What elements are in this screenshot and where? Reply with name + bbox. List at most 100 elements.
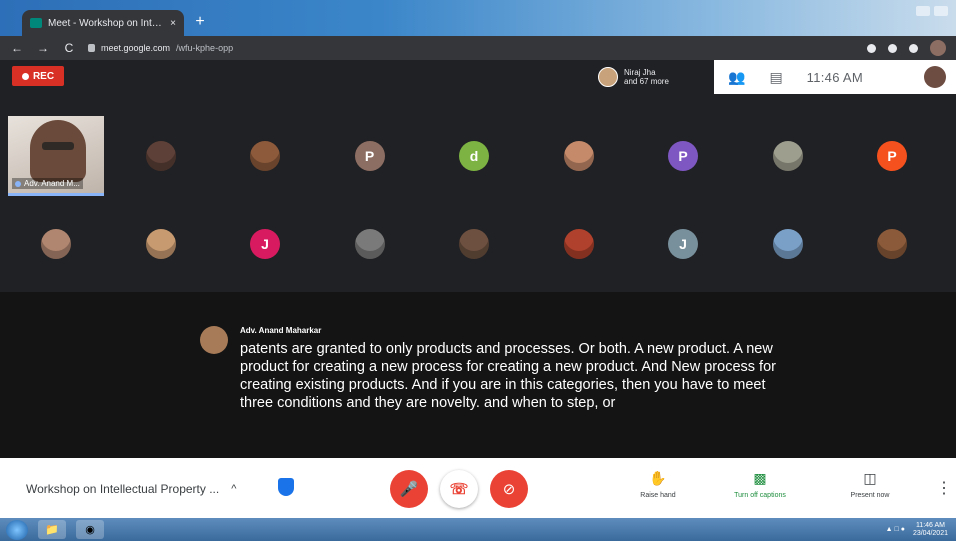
caption-speaker-avatar <box>200 326 228 354</box>
chat-icon[interactable]: ▤ <box>769 69 782 86</box>
recording-label: REC <box>32 70 55 82</box>
camera-off-icon: ⊘ <box>502 481 516 498</box>
meet-top-bar: REC Niraj Jha and 67 more 👥 ▤ 11:46 AM <box>0 60 956 94</box>
address-bar-row: ← → C meet.google.com/wfu-kphe-opp <box>0 36 956 60</box>
participants-summary: Niraj Jha and 67 more <box>624 68 669 86</box>
lock-icon <box>88 44 95 52</box>
participant-avatar <box>877 229 907 259</box>
participant-avatar <box>563 141 594 171</box>
participant-avatar: P <box>877 141 907 171</box>
tab-title: Meet - Workshop on Intellectual Property <box>48 17 164 29</box>
recording-badge: REC <box>12 66 64 86</box>
leave-call-button[interactable]: ☏ <box>440 470 478 508</box>
captions-toggle-button[interactable]: ▩ Turn off captions <box>720 470 800 499</box>
meeting-title: Workshop on Intellectual Property ... <box>26 482 220 496</box>
participants-chip[interactable]: Niraj Jha and 67 more <box>598 64 669 90</box>
participant-avatar <box>563 229 594 259</box>
url-host: meet.google.com <box>101 43 171 53</box>
browser-tab-strip: Meet - Workshop on Intellectual Property… <box>0 0 956 36</box>
caption-speaker-name: Adv. Anand Maharkar <box>240 326 322 335</box>
participant-avatar: P <box>668 141 698 171</box>
participant-tile[interactable]: P <box>322 116 418 196</box>
present-label: Present now <box>850 492 890 499</box>
participant-tile[interactable]: d <box>426 116 522 196</box>
present-icon: ◫ <box>863 470 877 486</box>
participant-tile[interactable] <box>8 204 104 284</box>
maximize-icon[interactable] <box>934 6 948 16</box>
tab-close-icon[interactable]: × <box>170 18 176 29</box>
participant-avatar <box>145 141 176 171</box>
raise-hand-button[interactable]: ✋ Raise hand <box>618 470 698 499</box>
chrome-icon[interactable]: ◉ <box>76 520 104 539</box>
self-avatar[interactable] <box>924 66 946 88</box>
participant-tile[interactable]: J <box>217 204 313 284</box>
reload-icon[interactable]: C <box>62 41 76 55</box>
browser-tab[interactable]: Meet - Workshop on Intellectual Property… <box>22 10 184 36</box>
participant-avatar <box>250 141 280 171</box>
camera-indicator-icon[interactable] <box>867 43 876 53</box>
participant-grid: Adv. Anand M... Pd P P J J <box>8 112 948 292</box>
participant-tile[interactable] <box>844 204 940 284</box>
microphone-off-button[interactable]: 🎤 <box>390 470 428 508</box>
browser-profile-avatar[interactable] <box>930 40 946 56</box>
participants-more: and 67 more <box>624 77 669 86</box>
back-icon[interactable]: ← <box>10 41 24 55</box>
present-now-button[interactable]: ◫ Present now <box>830 470 910 499</box>
participant-avatar: J <box>668 229 698 259</box>
active-speaker-tile[interactable]: Adv. Anand M... <box>8 116 104 196</box>
system-date: 23/04/2021 <box>912 529 948 537</box>
participant-tile[interactable] <box>217 116 313 196</box>
window-controls <box>916 6 948 16</box>
speaking-indicator-icon <box>15 180 21 187</box>
participant-avatar <box>772 141 803 171</box>
more-options-icon[interactable]: ⋮ <box>936 478 952 498</box>
new-tab-button[interactable]: + <box>190 12 210 32</box>
participant-tile[interactable] <box>113 204 209 284</box>
star-icon[interactable] <box>888 43 897 53</box>
start-button[interactable] <box>6 519 28 540</box>
speaker-name: Adv. Anand M... <box>24 179 80 188</box>
participant-avatar: J <box>250 229 280 259</box>
participant-tile[interactable] <box>740 204 836 284</box>
forward-icon[interactable]: → <box>36 41 50 55</box>
os-taskbar: 📁 ◉ ▲ □ ● 11:46 AM 23/04/2021 <box>0 518 956 541</box>
participant-avatar <box>459 229 489 259</box>
camera-off-button[interactable]: ⊘ <box>490 470 528 508</box>
meet-info-panel: 👥 ▤ 11:46 AM <box>714 60 956 94</box>
host-controls-shield-icon[interactable] <box>278 478 294 496</box>
participant-tile[interactable] <box>531 116 627 196</box>
mic-off-icon: 🎤 <box>399 481 419 498</box>
participant-tile[interactable] <box>531 204 627 284</box>
participant-avatar <box>772 229 803 259</box>
hang-up-icon: ☏ <box>449 481 469 498</box>
participant-tile[interactable]: J <box>635 204 731 284</box>
participant-avatar <box>598 67 618 87</box>
meeting-clock: 11:46 AM <box>806 69 864 85</box>
participant-tile[interactable]: P <box>844 116 940 196</box>
participant-tile[interactable] <box>113 116 209 196</box>
participant-tile[interactable]: P <box>635 116 731 196</box>
participant-avatar <box>41 229 71 259</box>
url-path: /wfu-kphe-opp <box>176 43 234 53</box>
captions-icon: ▩ <box>753 470 767 486</box>
participant-tile[interactable] <box>740 116 836 196</box>
extension-icon[interactable] <box>909 43 918 53</box>
url-field[interactable]: meet.google.com/wfu-kphe-opp <box>88 43 233 53</box>
tray-icons[interactable]: ▲ □ ● <box>886 526 905 533</box>
chevron-up-icon[interactable]: ^ <box>231 483 236 495</box>
raise-hand-label: Raise hand <box>640 492 676 499</box>
captions-label: Turn off captions <box>734 492 786 499</box>
file-explorer-icon[interactable]: 📁 <box>38 520 66 539</box>
participant-tile[interactable] <box>426 204 522 284</box>
meeting-details[interactable]: Workshop on Intellectual Property ... ^ <box>26 482 236 496</box>
participant-tile[interactable] <box>322 204 418 284</box>
participant-avatar <box>354 229 385 259</box>
hand-icon: ✋ <box>649 470 667 486</box>
browser-toolbar-right <box>867 40 946 56</box>
minimize-icon[interactable] <box>916 6 930 16</box>
system-clock[interactable]: 11:46 AM 23/04/2021 <box>913 522 948 538</box>
system-time: 11:46 AM <box>915 521 945 529</box>
people-icon[interactable]: 👥 <box>728 69 745 86</box>
participant-avatar <box>145 229 176 259</box>
record-dot-icon <box>21 72 29 80</box>
